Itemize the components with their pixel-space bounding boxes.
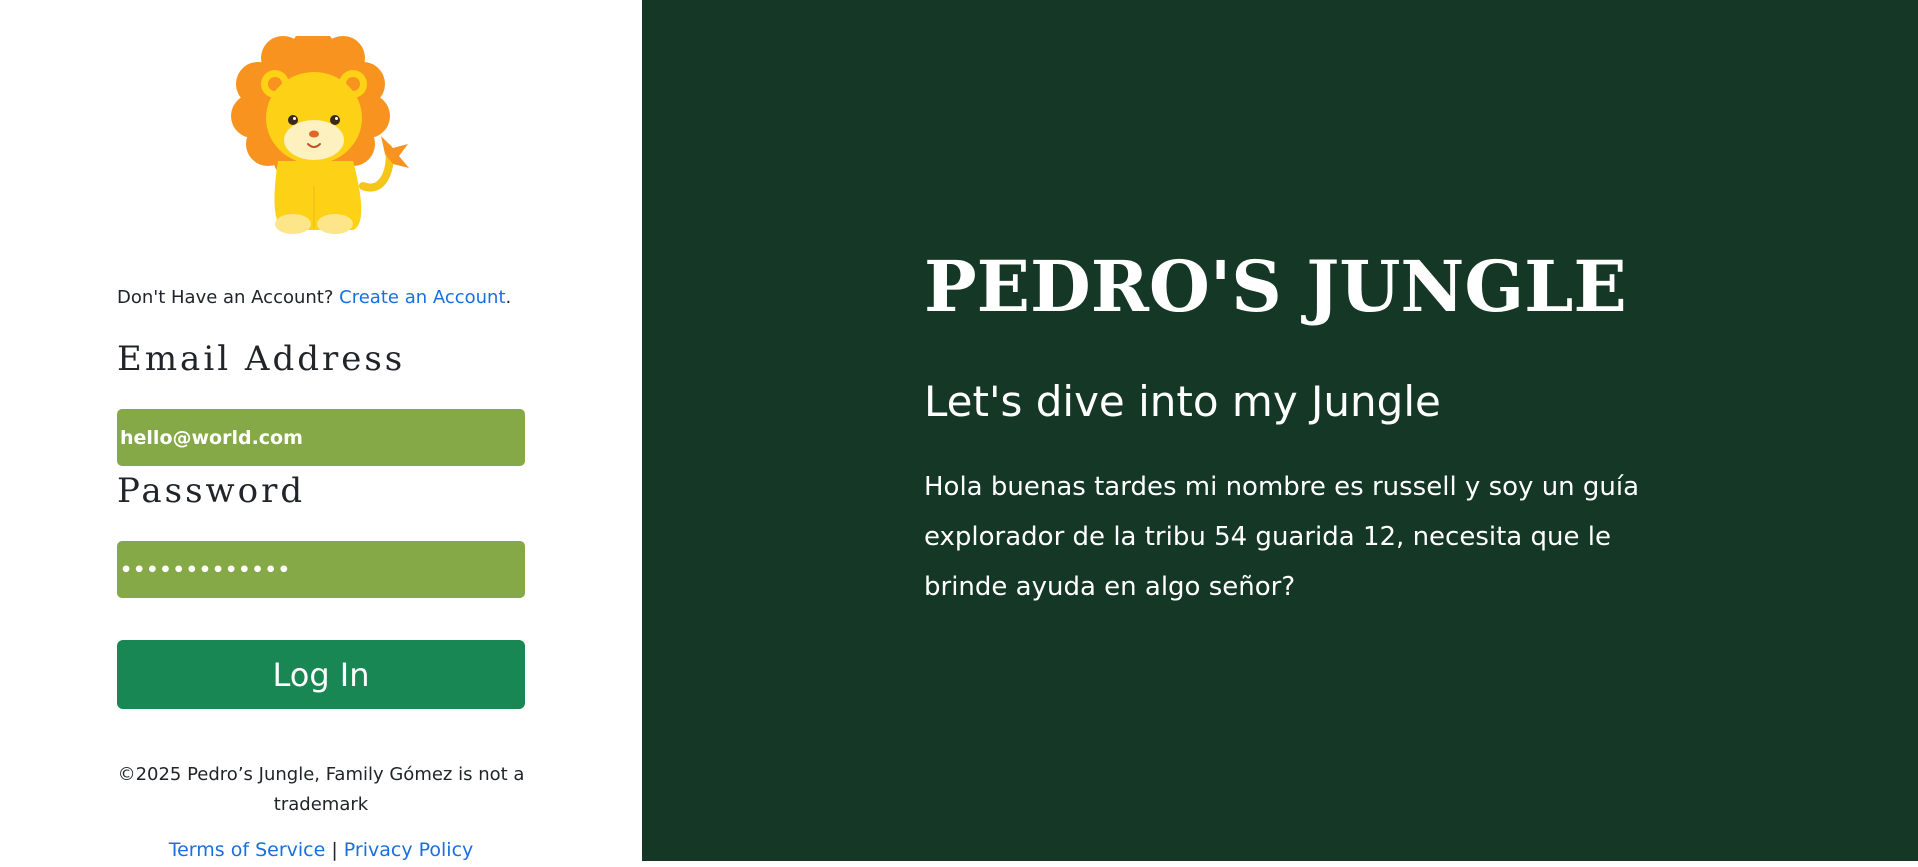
login-button[interactable]: Log In [117,640,525,709]
login-page: Don't Have an Account? Create an Account… [0,0,1918,867]
login-panel: Don't Have an Account? Create an Account… [0,0,642,867]
privacy-policy-link[interactable]: Privacy Policy [344,839,473,861]
password-field[interactable] [117,541,525,598]
hero-title: PEDRO'S JUNGLE [924,245,1627,328]
create-account-link[interactable]: Create an Account [339,287,505,308]
password-label: Password [117,471,306,511]
hero-description: Hola buenas tardes mi nombre es russell … [924,472,1640,602]
hero-subtitle: Let's dive into my Jungle [924,377,1441,426]
legal-separator: | [331,839,338,861]
signup-period: . [505,287,512,308]
email-field[interactable] [117,409,525,466]
copyright-text: ©2025 Pedro’s Jungle, Family Gómez is no… [117,764,525,815]
terms-of-service-link[interactable]: Terms of Service [169,839,326,861]
lion-mascot-icon [231,36,409,234]
email-label: Email Address [117,339,406,379]
signup-prompt-text: Don't Have an Account? [117,287,334,308]
legal-links: Terms of Service | Privacy Policy [110,839,532,861]
hero-panel: PEDRO'S JUNGLE Let's dive into my Jungle… [642,0,1918,861]
signup-prompt: Don't Have an Account? Create an Account… [117,287,511,308]
